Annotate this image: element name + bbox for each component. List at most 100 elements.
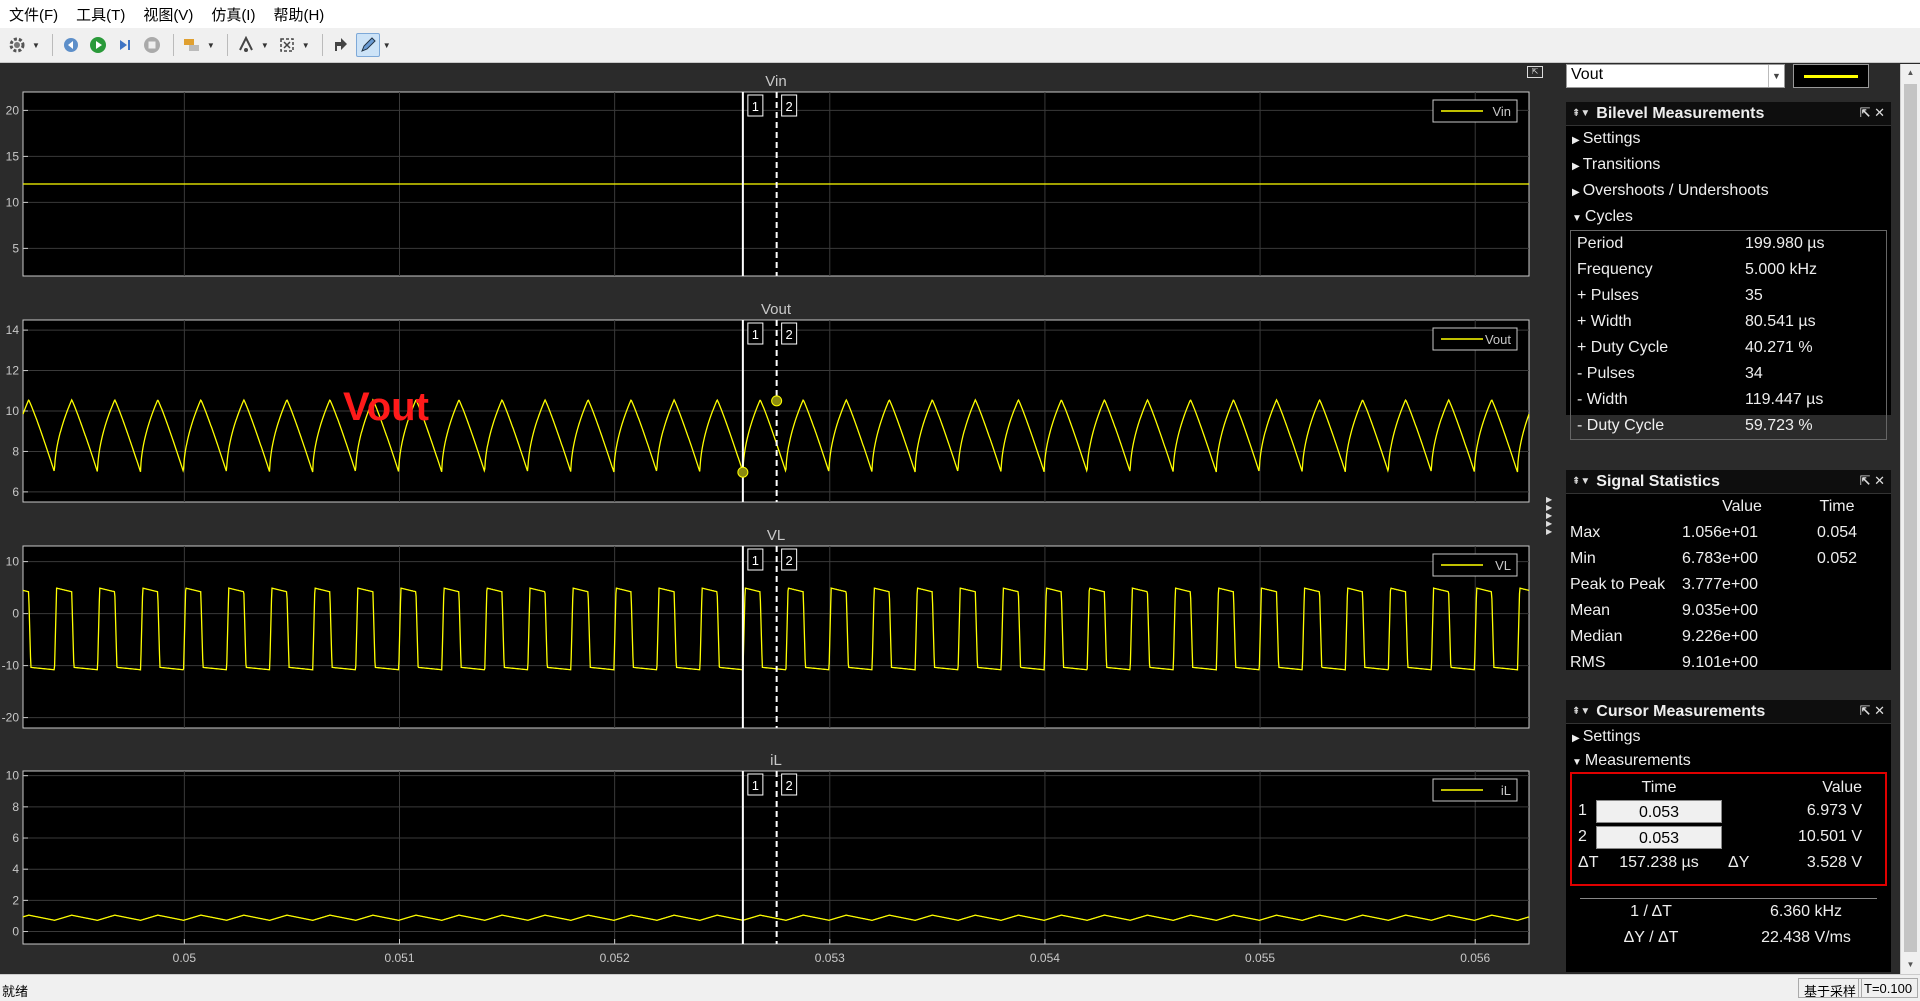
section-transitions[interactable]: ▶ Transitions xyxy=(1566,152,1891,178)
scroll-thumb[interactable] xyxy=(1904,84,1917,952)
legend-label: iL xyxy=(1501,783,1511,798)
y-tick-label: 10 xyxy=(6,555,20,569)
inverse-delta-row: 1 / ΔT 6.360 kHz xyxy=(1630,903,1843,920)
y-tick-label: 0 xyxy=(12,925,19,939)
table-row: - Duty Cycle 59.723 % xyxy=(1577,417,1813,434)
chevron-down-icon[interactable]: ▼ xyxy=(383,41,391,50)
delta-row: ΔT 157.238 µs ΔY 3.528 V xyxy=(1578,854,1862,871)
gear-icon[interactable] xyxy=(5,33,29,57)
panel-scrollbar[interactable]: ▲ ▼ xyxy=(1900,64,1920,974)
cursor-measurements-table: Time Value 1 0.053 6.973 V 2 0.053 10.50… xyxy=(1570,772,1887,886)
stop-icon[interactable] xyxy=(140,33,164,57)
chevron-down-icon[interactable]: ▼ xyxy=(302,41,310,50)
pin-icon[interactable]: ⇞▼ xyxy=(1572,476,1590,487)
section-overshoots[interactable]: ▶ Overshoots / Undershoots xyxy=(1566,178,1891,204)
highlight-block-icon[interactable] xyxy=(180,33,204,57)
plot-title: Vin xyxy=(765,73,786,90)
status-sample-mode: 基于采样 xyxy=(1798,978,1863,999)
cursor-1-label: 1 xyxy=(752,327,759,342)
section-measurements[interactable]: ▼ Measurements xyxy=(1566,750,1891,772)
table-row: Frequency 5.000 kHz xyxy=(1577,261,1818,278)
table-row: Mean 9.035e+00 xyxy=(1570,602,1759,619)
x-tick-label: 0.051 xyxy=(384,951,414,965)
plot-title: iL xyxy=(770,752,782,769)
step-back-icon[interactable] xyxy=(59,33,83,57)
x-tick-label: 0.052 xyxy=(600,951,630,965)
edit-cursor-icon[interactable] xyxy=(355,33,380,57)
panel-controls[interactable]: ⇱ ✕ xyxy=(1860,703,1885,719)
y-tick-label: 10 xyxy=(6,404,20,418)
toolbar: ▼ ▼ ▼ ▼ ▼ xyxy=(0,28,1920,63)
chevron-down-icon[interactable]: ▼ xyxy=(207,41,215,50)
chevron-down-icon[interactable]: ▼ xyxy=(261,41,269,50)
zoom-fit-icon[interactable] xyxy=(275,33,299,57)
undock-plot-icon[interactable] xyxy=(329,33,353,57)
triangle-right-icon: ▶ xyxy=(1572,161,1580,172)
section-cycles[interactable]: ▼ Cycles xyxy=(1566,204,1891,230)
cursor-2-label: 2 xyxy=(786,553,793,568)
menu-help[interactable]: 帮助(H) xyxy=(264,4,333,25)
cursor-2-label: 2 xyxy=(786,327,793,342)
y-tick-label: 14 xyxy=(6,323,20,337)
y-tick-label: 2 xyxy=(12,893,19,907)
plot-title: Vout xyxy=(761,301,792,318)
table-row: + Pulses 35 xyxy=(1577,287,1763,304)
run-icon[interactable] xyxy=(86,33,110,57)
signal-select[interactable]: Vout ▼ xyxy=(1566,64,1785,88)
undock-button-icon[interactable]: ⇱ xyxy=(1527,66,1543,78)
cursor-2-marker xyxy=(771,395,783,407)
triangle-down-icon: ▼ xyxy=(1572,757,1582,768)
toolbar-separator xyxy=(172,34,174,56)
cursor-2-time-input[interactable]: 0.053 xyxy=(1596,825,1722,849)
menu-bar: 文件(F) 工具(T) 视图(V) 仿真(I) 帮助(H) xyxy=(0,0,1920,28)
legend-label: Vout xyxy=(1485,332,1511,347)
x-tick-label: 0.054 xyxy=(1030,951,1060,965)
panel-title: Cursor Measurements xyxy=(1596,702,1766,720)
cursor-1-time-input[interactable]: 0.053 xyxy=(1596,799,1722,823)
section-settings[interactable]: ▶ Settings xyxy=(1566,724,1891,750)
x-tick-label: 0.053 xyxy=(815,951,845,965)
menu-view[interactable]: 视图(V) xyxy=(134,4,202,25)
y-tick-label: 15 xyxy=(6,149,20,163)
status-sim-time: T=0.100 xyxy=(1858,978,1919,998)
y-tick-label: 0 xyxy=(12,607,19,621)
cursor-1-marker xyxy=(737,466,749,478)
y-tick-label: 10 xyxy=(6,195,20,209)
triggers-icon[interactable] xyxy=(234,33,258,57)
table-row: + Duty Cycle 40.271 % xyxy=(1577,339,1813,356)
cursor-1-label: 1 xyxy=(752,99,759,114)
triangle-right-icon: ▶ xyxy=(1572,733,1580,744)
x-tick-label: 0.05 xyxy=(173,951,197,965)
menu-simulation[interactable]: 仿真(I) xyxy=(202,4,264,25)
slope-row: ΔY / ΔT 22.438 V/ms xyxy=(1623,929,1851,946)
menu-file[interactable]: 文件(F) xyxy=(0,4,67,25)
step-forward-icon[interactable] xyxy=(113,33,137,57)
plot-title: VL xyxy=(767,527,785,544)
scope-plots[interactable]: 5101520Vin1 2 Vin68101214Vout1 2 VoutVout-20… xyxy=(0,64,1563,974)
panel-controls[interactable]: ⇱ ✕ xyxy=(1860,473,1885,489)
y-tick-label: 6 xyxy=(12,831,19,845)
signal-line-style[interactable] xyxy=(1793,64,1869,88)
legend-label: Vin xyxy=(1492,104,1511,119)
status-bar: 就绪 基于采样 T=0.100 xyxy=(0,974,1920,1001)
panel-header: ⇞▼ Bilevel Measurements ⇱ ✕ xyxy=(1566,102,1891,126)
scroll-up-icon[interactable]: ▲ xyxy=(1901,64,1920,82)
pin-icon[interactable]: ⇞▼ xyxy=(1572,108,1590,119)
y-tick-label: 4 xyxy=(12,862,19,876)
table-row: Min 6.783e+00 0.052 xyxy=(1570,550,1858,567)
measurements-panel: Vout ▼ ⇞▼ Bilevel Measurements ⇱ ✕ ▶ Sett… xyxy=(1563,64,1900,974)
table-row: Median 9.226e+00 xyxy=(1570,628,1759,645)
scroll-down-icon[interactable]: ▼ xyxy=(1901,956,1920,974)
chevron-down-icon[interactable]: ▼ xyxy=(32,41,40,50)
section-settings[interactable]: ▶ Settings xyxy=(1566,126,1891,152)
y-tick-label: -20 xyxy=(2,711,20,725)
table-row: Period 199.980 µs xyxy=(1577,235,1825,252)
menu-tools[interactable]: 工具(T) xyxy=(67,4,134,25)
pin-icon[interactable]: ⇞▼ xyxy=(1572,706,1590,717)
signal-statistics-panel: ⇞▼ Signal Statistics ⇱ ✕ Value Time Max 1.… xyxy=(1566,470,1891,671)
bilevel-measurements-panel: ⇞▼ Bilevel Measurements ⇱ ✕ ▶ Settings ▶ T… xyxy=(1566,102,1891,440)
collapse-panel-icon[interactable]: ▶ ▶ ▶ ▶ ▶ xyxy=(1546,496,1552,536)
table-row: RMS 9.101e+00 xyxy=(1570,654,1759,671)
panel-controls[interactable]: ⇱ ✕ xyxy=(1860,105,1885,121)
chevron-down-icon[interactable]: ▼ xyxy=(1768,65,1784,87)
